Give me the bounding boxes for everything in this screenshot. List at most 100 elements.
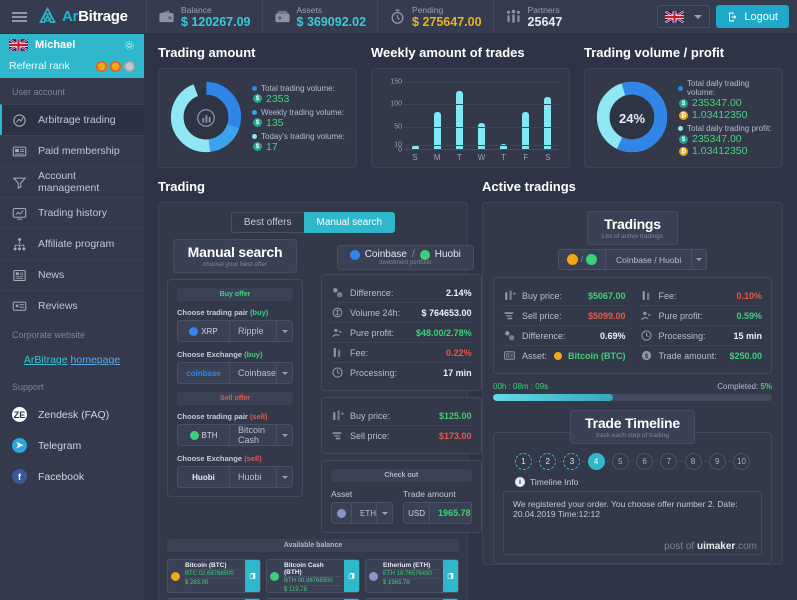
support-item-facebook[interactable]: f Facebook [0,461,144,492]
stat-label: Assets [296,4,323,15]
legend-entry: Weekly trading volume: $135 [252,108,347,129]
top-bar: ArBitrage Balance $ 120267.09 Assets $ 3… [0,0,797,34]
sidebar-item-account-management[interactable]: Account management [0,166,144,197]
sidebar-item-label: Arbitrage trading [38,114,116,126]
timeline-step[interactable]: 5 [611,453,629,470]
copy-button[interactable] [443,560,458,592]
arbitrage-logo-icon [39,7,56,23]
chevron-down-icon[interactable] [276,467,292,487]
step-connector [679,461,683,462]
asset-select[interactable]: ETH [331,502,394,524]
chevron-down-icon[interactable] [276,363,292,383]
timeline-step[interactable]: 3 [563,453,581,470]
balance-name: Bitcoin (BTC) [185,562,227,569]
timeline-step[interactable]: 8 [684,453,702,470]
section-title-active-tradings: Active tradings [482,179,576,194]
legend-dot [678,85,683,91]
sell-trading-pair-select[interactable]: BTH Bitcoin Cash [177,424,294,446]
countdown-timer: 00h : 08m : 09s [493,382,549,391]
tab-manual-search[interactable]: Manual search [303,212,396,233]
support-item-zendesk[interactable]: ZE Zendesk (FAQ) [0,399,144,430]
copy-button[interactable] [344,560,359,592]
detail-label: Buy price: [522,290,563,301]
trade-amount-input[interactable]: USD 1965.78 [403,502,472,524]
timeline-step[interactable]: 2 [539,453,557,470]
stat-value: $ 120267.09 [181,14,251,29]
language-selector[interactable] [657,5,711,28]
copy-button[interactable] [245,560,260,592]
buy-exchange-select[interactable]: coinbase Coinbase [177,362,294,384]
referral-rank-row[interactable]: Referral rank [0,56,144,78]
detail-value: $173.00 [439,430,472,441]
wallet-icon [159,10,174,23]
legend-label: Total daily trading profit: [687,124,772,133]
bar-chart: 0 10 50 100 150 [382,77,559,154]
sidebar-item-trading-history[interactable]: Trading history [0,197,144,228]
menu-toggle-icon[interactable] [0,0,38,33]
affiliate-icon [13,237,26,250]
buy-trading-pair-select[interactable]: XRP Ripple [177,320,294,342]
corporate-website-link[interactable]: ArBitrage homepage [0,347,144,373]
balance-name: Bitcoin Cash (BTH) [284,562,324,576]
timeline-step[interactable]: 4 [587,453,605,470]
btc-icon [566,254,578,265]
chevron-down-icon[interactable] [276,321,292,341]
buy-price-icon [505,290,516,300]
chevron-down-icon[interactable] [276,425,292,445]
detail-value: $5067.00 [587,290,626,301]
x-tick: F [523,153,529,162]
timeline-step[interactable]: 6 [636,453,654,470]
trading-panel: Best offers Manual search Manual search … [158,202,482,600]
stat-assets: Assets $ 369092.02 [261,0,378,33]
gridline [404,144,559,146]
chevron-down-icon[interactable] [376,503,392,523]
trade-amount-label: Trade amount [403,489,456,499]
gear-icon[interactable] [124,40,135,51]
support-item-label: Telegram [38,439,82,452]
sell-exchange-value: Huobi [238,472,262,482]
detail-label: Asset: [522,350,548,361]
timeline-step[interactable]: 9 [708,453,726,470]
currency-label: USD [404,503,431,523]
timeline-step[interactable]: 1 [515,453,532,470]
corp-homepage-link[interactable]: homepage [71,354,121,366]
pair-right: Huobi [434,249,461,260]
y-tick: 50 [394,123,402,131]
sidebar: Michael Referral rank User account Arbit… [0,34,144,600]
tab-best-offers[interactable]: Best offers [230,212,304,233]
x-tick: T [501,153,507,162]
detail-row: Asset: Bitcoin (BTC) [503,346,626,365]
detail-label: Sell price: [350,430,390,441]
volume-profit-legend: Total daily trading volume: $235347.00 ₿… [678,79,773,157]
timeline-step[interactable]: 10 [732,453,750,470]
coinbase-icon [349,249,360,260]
sidebar-item-affiliate-program[interactable]: Affiliate program [0,228,144,259]
detail-label: Pure profit: [658,310,703,321]
legend-entry: Total daily trading volume: $235347.00 ₿… [678,79,773,121]
legend-label: Total trading volume: [261,83,335,93]
sidebar-item-reviews[interactable]: Reviews [0,290,144,321]
sidebar-item-paid-membership[interactable]: Paid membership [0,135,144,166]
logout-button[interactable]: Logout [716,5,789,28]
donut-center-icon [168,79,244,158]
buy-exchange-label: Choose Exchange (buy) [177,350,263,359]
sell-exchange-select[interactable]: Huobi Huobi [177,466,294,488]
trading-left-rows: Buy price: $5067.00 Sell price: $5099.00 Dif… [503,286,626,365]
step-connector [606,461,610,462]
timeline-step[interactable]: 7 [660,453,678,470]
coin-dot [554,351,562,360]
support-item-telegram[interactable]: ➤ Telegram [0,430,144,461]
trading-amount-legend: Total trading volume: $2353 Weekly tradi… [252,84,347,153]
corp-brand-link[interactable]: ArBitrage [24,354,68,366]
trading-pair-selector[interactable]: / Coinbase / Huobi [483,249,782,270]
chevron-down-icon[interactable] [691,250,706,269]
brand-logo[interactable]: ArBitrage [38,0,146,33]
sidebar-item-news[interactable]: News [0,259,144,290]
clock-icon [332,367,343,378]
detail-label: Difference: [522,330,566,341]
sidebar-item-arbitrage-trading[interactable]: Arbitrage trading [0,104,144,135]
available-balance-badge: Available balance [167,539,459,552]
step-connector [558,461,562,462]
sidebar-user-row[interactable]: Michael [0,34,144,56]
y-tick: 150 [390,78,402,86]
